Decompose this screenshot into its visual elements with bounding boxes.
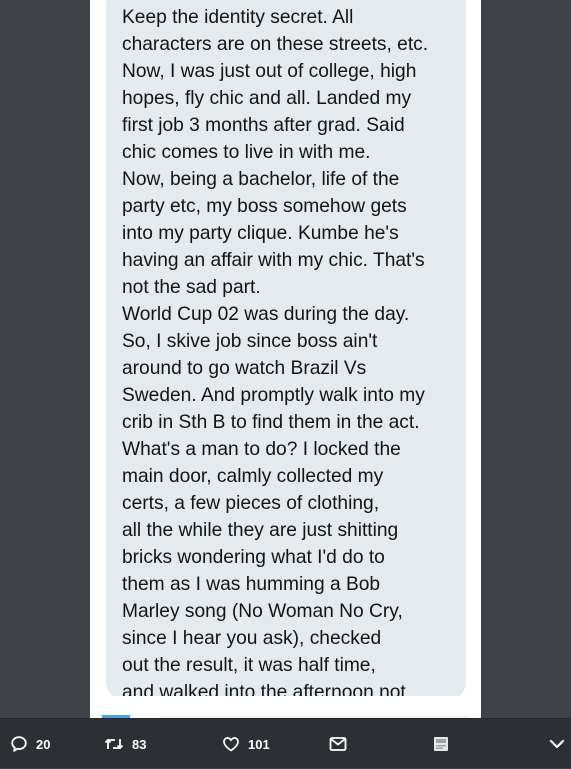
message-line: into my party clique. Kumbe he's bbox=[122, 223, 399, 244]
message-line: party etc, my boss somehow gets bbox=[122, 196, 407, 217]
reply-icon bbox=[10, 735, 28, 753]
message-text: Keep the identity secret. All characters… bbox=[122, 4, 458, 700]
retweet-icon bbox=[104, 736, 124, 752]
message-line: chic comes to live in with me. bbox=[122, 142, 371, 163]
direct-message-icon bbox=[329, 736, 347, 752]
tweet-photo[interactable]: Keep the identity secret. All characters… bbox=[90, 0, 481, 718]
message-line: main door, calmly collected my bbox=[122, 466, 384, 487]
message-line: So, I skive job since boss ain't bbox=[122, 331, 378, 352]
message-line: first job 3 months after grad. Said bbox=[122, 115, 405, 136]
expand-button[interactable] bbox=[549, 719, 565, 769]
like-count: 101 bbox=[248, 736, 270, 752]
retweet-count: 83 bbox=[132, 736, 147, 752]
message-line: around to go watch Brazil Vs bbox=[122, 358, 367, 379]
message-bubble: Keep the identity secret. All characters… bbox=[106, 0, 466, 700]
message-line: all the while they are just shitting bbox=[122, 520, 399, 541]
message-line: bricks wondering what I'd do to bbox=[122, 547, 385, 568]
like-button[interactable]: 101 bbox=[222, 719, 270, 769]
direct-message-button[interactable] bbox=[329, 719, 347, 769]
reply-count: 20 bbox=[36, 736, 51, 752]
message-line: certs, a few pieces of clothing, bbox=[122, 493, 380, 514]
message-line: crib in Sth B to find them in the act. bbox=[122, 412, 420, 433]
message-line: What's a man to do? I locked the bbox=[122, 439, 401, 460]
message-line: Marley song (No Woman No Cry, bbox=[122, 601, 403, 622]
tweet-action-bar: 20 83 101 bbox=[0, 718, 571, 768]
photo-bottom-edge bbox=[90, 696, 481, 718]
reply-button[interactable]: 20 bbox=[10, 719, 50, 769]
message-line: hopes, fly chic and all. Landed my bbox=[122, 88, 412, 109]
message-line: out the result, it was half time, bbox=[122, 655, 376, 676]
message-line: Keep the identity secret. All bbox=[122, 7, 354, 28]
message-line: Sweden. And promptly walk into my bbox=[122, 385, 425, 406]
retweet-button[interactable]: 83 bbox=[104, 719, 146, 769]
message-line: having an affair with my chic. That's bbox=[122, 250, 425, 271]
message-line: not the sad part. bbox=[122, 277, 261, 298]
message-line: since I hear you ask), checked bbox=[122, 628, 382, 649]
chevron-down-icon bbox=[549, 738, 565, 750]
message-line: them as I was humming a Bob bbox=[122, 574, 381, 595]
message-line: Now, I was just out of college, high bbox=[122, 61, 417, 82]
heart-icon bbox=[222, 736, 240, 752]
media-icon bbox=[433, 736, 449, 752]
message-line: Now, being a bachelor, life of the bbox=[122, 169, 400, 190]
message-line: characters are on these streets, etc. bbox=[122, 34, 429, 55]
media-button[interactable] bbox=[433, 719, 449, 769]
message-line: World Cup 02 was during the day. bbox=[122, 304, 410, 325]
